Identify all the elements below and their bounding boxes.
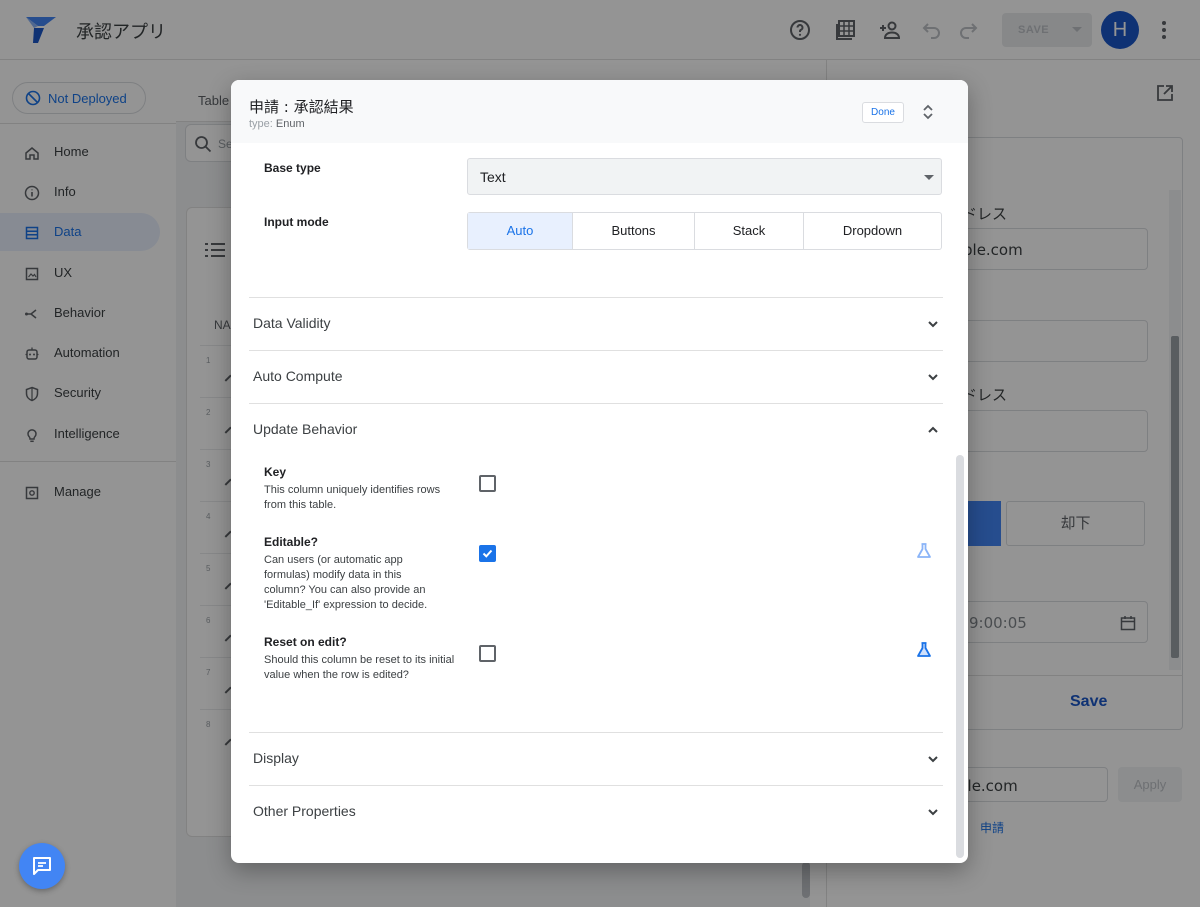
input-mode-buttons[interactable]: Buttons xyxy=(572,213,694,249)
column-settings-dialog: 申請 : 承認結果 type: Enum Done Base type Text… xyxy=(231,80,968,863)
input-mode-segmented: Auto Buttons Stack Dropdown xyxy=(467,212,942,250)
chat-icon xyxy=(33,857,51,875)
expand-collapse-icon[interactable] xyxy=(922,104,934,120)
editable-description: Can users (or automatic app formulas) mo… xyxy=(264,554,428,611)
input-mode-stack[interactable]: Stack xyxy=(694,213,803,249)
base-type-label: Base type xyxy=(264,161,321,175)
base-type-select[interactable]: Text xyxy=(467,158,942,195)
editable-checkbox[interactable] xyxy=(479,545,496,562)
reset-on-edit-label: Reset on edit? xyxy=(264,635,347,649)
scrollbar[interactable] xyxy=(956,455,964,858)
input-mode-auto[interactable]: Auto xyxy=(468,213,572,249)
section-update-behavior[interactable]: Update Behavior xyxy=(249,403,943,456)
section-display[interactable]: Display xyxy=(249,732,943,785)
column-type: type: Enum xyxy=(249,118,305,130)
column-type-key: type: xyxy=(249,118,273,130)
chevron-up-icon xyxy=(928,426,938,433)
section-data-validity[interactable]: Data Validity xyxy=(249,297,943,350)
section-other-properties[interactable]: Other Properties xyxy=(249,785,943,838)
flask-icon[interactable] xyxy=(915,542,933,560)
chat-button[interactable] xyxy=(19,843,65,889)
section-title: Update Behavior xyxy=(253,421,358,437)
chevron-down-icon xyxy=(928,756,938,763)
section-title: Display xyxy=(253,750,299,766)
key-checkbox[interactable] xyxy=(479,475,496,492)
column-type-value: Enum xyxy=(275,118,305,130)
input-mode-label: Input mode xyxy=(264,215,329,229)
input-mode-dropdown[interactable]: Dropdown xyxy=(803,213,941,249)
chevron-down-icon xyxy=(924,175,934,180)
key-label: Key xyxy=(264,465,287,479)
chevron-down-icon xyxy=(928,374,938,381)
base-type-value: Text xyxy=(480,169,506,185)
chevron-down-icon xyxy=(928,321,938,328)
chevron-down-icon xyxy=(928,809,938,816)
check-icon xyxy=(482,549,493,558)
key-description: This column uniquely identifies rows fro… xyxy=(264,484,441,511)
section-title: Other Properties xyxy=(253,803,356,819)
section-title: Data Validity xyxy=(253,315,331,331)
done-button[interactable]: Done xyxy=(862,102,904,123)
dialog-header: 申請 : 承認結果 type: Enum Done xyxy=(231,80,968,143)
dialog-title: 申請 : 承認結果 xyxy=(249,98,354,116)
section-title: Auto Compute xyxy=(253,368,343,384)
editable-label: Editable? xyxy=(264,535,319,549)
reset-on-edit-checkbox[interactable] xyxy=(479,645,496,662)
section-auto-compute[interactable]: Auto Compute xyxy=(249,350,943,403)
flask-icon[interactable] xyxy=(915,641,933,659)
reset-on-edit-description: Should this column be reset to its initi… xyxy=(264,654,455,681)
